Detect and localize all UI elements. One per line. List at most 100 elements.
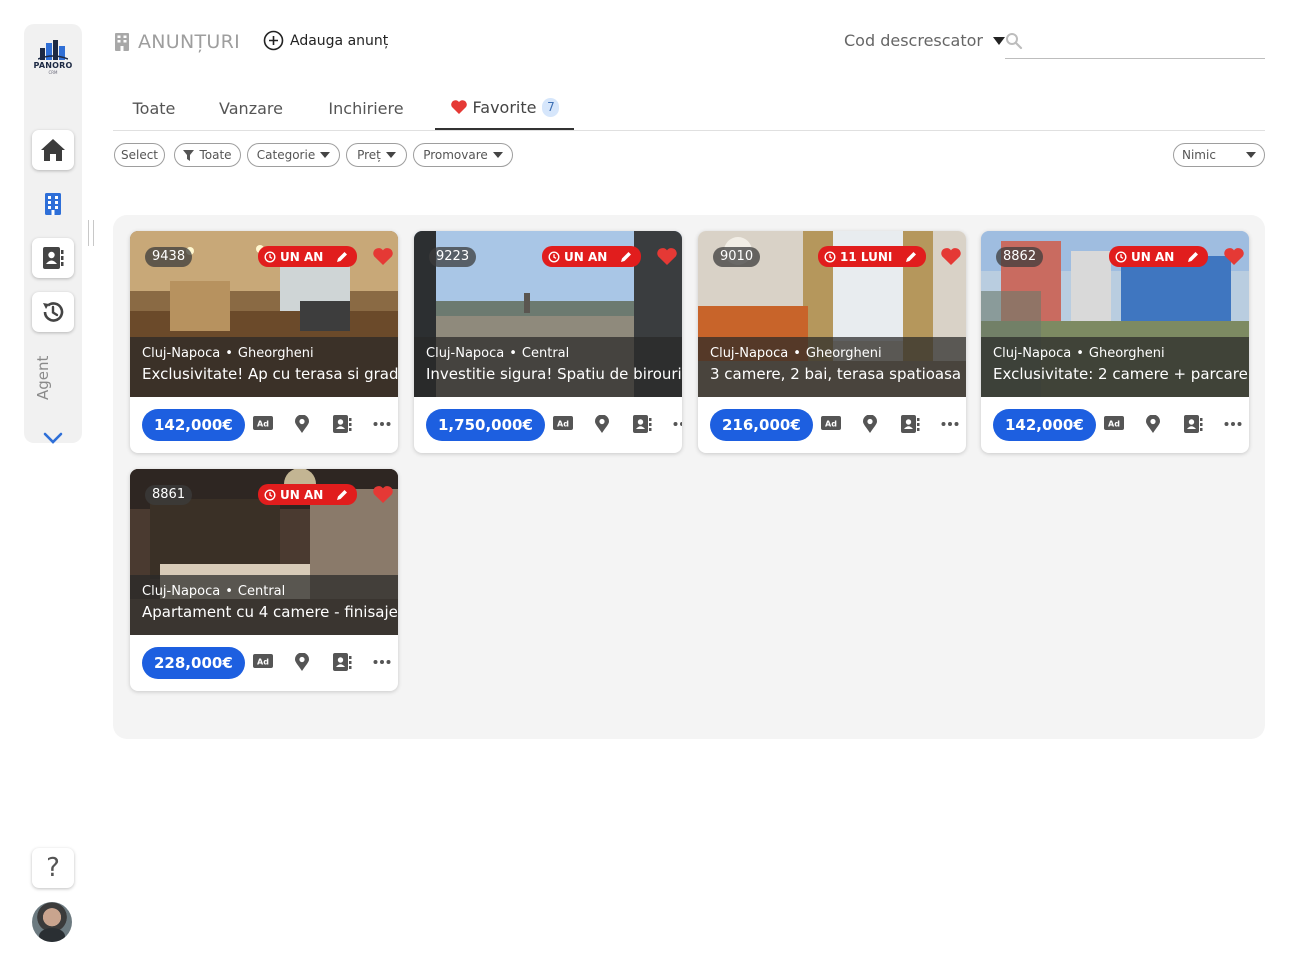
sort-dropdown[interactable]: Cod descrescator <box>844 31 1005 50</box>
listing-age-text: UN AN <box>280 487 324 502</box>
listing-id-badge: 9223 <box>429 247 477 267</box>
sort-select[interactable]: Nimic <box>1173 143 1265 167</box>
tab-vanzare[interactable]: Vanzare <box>219 86 283 130</box>
price-chip[interactable]: Preț <box>346 143 407 167</box>
favorite-heart-icon[interactable] <box>940 247 962 270</box>
ad-icon[interactable]: Ad <box>253 653 273 672</box>
clock-icon <box>264 488 276 501</box>
listing-footer: 216,000€ Ad <box>698 397 966 453</box>
listing-area: Gheorgheni <box>237 346 314 361</box>
listings-panel: 9438 UN AN Cluj-Napoca • Gheorgheni Excl… <box>113 215 1265 739</box>
contact-icon[interactable] <box>333 415 353 437</box>
history-icon <box>43 302 64 322</box>
listing-card[interactable]: 8861 UN AN Cluj-Napoca • Central Apartam… <box>130 469 398 691</box>
listing-title: Investitie sigura! Spatiu de birouri <box>426 365 682 383</box>
ad-icon[interactable]: Ad <box>1104 415 1124 434</box>
contact-icon[interactable] <box>901 415 921 437</box>
add-listing-button[interactable]: Adauga anunț <box>263 30 388 51</box>
listing-photo[interactable]: 9438 UN AN Cluj-Napoca • Gheorgheni Excl… <box>130 231 398 397</box>
listing-age-badge[interactable]: UN AN <box>542 246 642 267</box>
more-options-icon[interactable] <box>373 415 391 437</box>
search-icon <box>1006 33 1023 50</box>
help-button[interactable]: ? <box>32 848 74 888</box>
listing-age-text: 11 LUNI <box>840 249 893 264</box>
chevron-down-icon[interactable] <box>42 430 64 449</box>
listing-card[interactable]: 8862 UN AN Cluj-Napoca • Gheorgheni Excl… <box>981 231 1249 453</box>
search-input[interactable] <box>1005 28 1265 59</box>
listing-price: 142,000€ <box>142 409 245 441</box>
tab-favorite[interactable]: Favorite 7 <box>435 86 574 130</box>
listings-button[interactable] <box>32 184 74 224</box>
listing-location: Cluj-Napoca • Gheorgheni <box>710 346 882 361</box>
avatar[interactable] <box>32 902 72 942</box>
listing-photo[interactable]: 9010 11 LUNI Cluj-Napoca • Gheorgheni 3 … <box>698 231 966 397</box>
ad-icon[interactable]: Ad <box>253 415 273 434</box>
listing-info-overlay: Cluj-Napoca • Central Investitie sigura! S… <box>414 337 682 397</box>
listing-area: Gheorgheni <box>1088 346 1165 361</box>
listing-info-overlay: Cluj-Napoca • Central Apartament cu 4 came… <box>130 575 398 635</box>
more-options-icon[interactable] <box>1224 415 1242 437</box>
tab-inchiriere[interactable]: Inchiriere <box>328 86 404 130</box>
contact-icon[interactable] <box>333 653 353 675</box>
listing-price: 216,000€ <box>710 409 813 441</box>
pencil-icon <box>621 251 632 262</box>
building-icon <box>115 33 129 51</box>
home-button[interactable] <box>32 130 74 170</box>
promotion-chip[interactable]: Promovare <box>413 143 513 167</box>
contact-icon[interactable] <box>1184 415 1204 437</box>
select-chip[interactable]: Select <box>114 143 165 167</box>
ad-icon[interactable]: Ad <box>553 415 573 434</box>
map-pin-icon[interactable] <box>295 414 309 437</box>
favorite-heart-icon[interactable] <box>656 247 678 270</box>
contacts-button[interactable] <box>32 238 74 278</box>
heart-icon <box>450 100 467 114</box>
more-options-icon[interactable] <box>673 415 682 437</box>
history-button[interactable] <box>32 292 74 332</box>
listing-info-overlay: Cluj-Napoca • Gheorgheni 3 camere, 2 bai, … <box>698 337 966 397</box>
listing-info-overlay: Cluj-Napoca • Gheorgheni Exclusivitate: 2 … <box>981 337 1249 397</box>
logo-text: PANORO <box>33 61 73 70</box>
tab-label: Inchiriere <box>328 98 404 118</box>
tab-label: Toate <box>132 98 176 118</box>
more-options-icon[interactable] <box>941 415 959 437</box>
filter-chip-label: Toate <box>199 148 232 162</box>
listing-location: Cluj-Napoca • Gheorgheni <box>142 346 314 361</box>
more-options-icon[interactable] <box>373 653 391 675</box>
caret-down-icon <box>492 152 503 158</box>
listing-area: Gheorgheni <box>805 346 882 361</box>
listing-photo[interactable]: 8862 UN AN Cluj-Napoca • Gheorgheni Excl… <box>981 231 1249 397</box>
listing-age-badge[interactable]: UN AN <box>1109 246 1209 267</box>
favorite-heart-icon[interactable] <box>372 485 394 508</box>
listing-age-badge[interactable]: UN AN <box>258 484 358 505</box>
favorite-heart-icon[interactable] <box>1223 247 1245 270</box>
listing-age-badge[interactable]: UN AN <box>258 246 358 267</box>
clock-icon <box>824 250 836 263</box>
sort-dropdown-label: Cod descrescator <box>844 31 983 50</box>
pencil-icon <box>337 251 348 262</box>
listing-photo[interactable]: 8861 UN AN Cluj-Napoca • Central Apartam… <box>130 469 398 635</box>
listing-age-text: UN AN <box>564 249 608 264</box>
contact-icon[interactable] <box>633 415 653 437</box>
listing-card[interactable]: 9438 UN AN Cluj-Napoca • Gheorgheni Excl… <box>130 231 398 453</box>
logo[interactable]: PANORO CRM <box>24 40 82 75</box>
page-title-text: ANUNȚURI <box>138 31 241 53</box>
pencil-icon <box>906 251 917 262</box>
ad-icon[interactable]: Ad <box>821 415 841 434</box>
filter-chip[interactable]: Toate <box>174 143 241 167</box>
map-pin-icon[interactable] <box>595 414 609 437</box>
favorite-heart-icon[interactable] <box>372 247 394 270</box>
map-pin-icon[interactable] <box>863 414 877 437</box>
listing-footer: 1,750,000€ Ad <box>414 397 682 453</box>
listing-card[interactable]: 9223 UN AN Cluj-Napoca • Central Investi… <box>414 231 682 453</box>
listing-card[interactable]: 9010 11 LUNI Cluj-Napoca • Gheorgheni 3 … <box>698 231 966 453</box>
category-chip[interactable]: Categorie <box>247 143 340 167</box>
listing-age-badge[interactable]: 11 LUNI <box>818 246 927 267</box>
map-pin-icon[interactable] <box>1146 414 1160 437</box>
svg-text:Ad: Ad <box>825 420 837 429</box>
listing-title: Apartament cu 4 camere - finisaje <box>142 603 398 621</box>
listing-info-overlay: Cluj-Napoca • Gheorgheni Exclusivitate! Ap… <box>130 337 398 397</box>
listing-photo[interactable]: 9223 UN AN Cluj-Napoca • Central Investi… <box>414 231 682 397</box>
tab-toate[interactable]: Toate <box>130 86 178 130</box>
panel-resize-handle[interactable] <box>88 220 94 246</box>
map-pin-icon[interactable] <box>295 652 309 675</box>
